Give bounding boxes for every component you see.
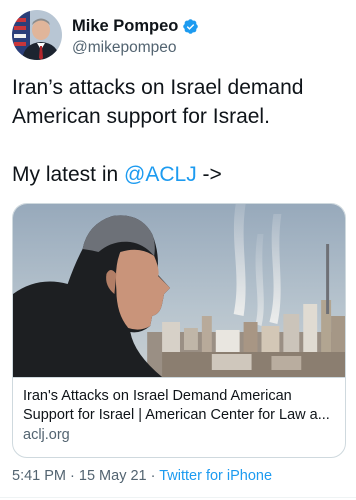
link-card[interactable]: Iran's Attacks on Israel Demand American… xyxy=(12,203,346,458)
tweet: Mike Pompeo @mikepompeo Iran’s attacks o… xyxy=(0,0,356,500)
tweet-time[interactable]: 5:41 PM xyxy=(12,468,66,484)
tweet-line-3-suffix: -> xyxy=(196,163,222,186)
card-title: Iran's Attacks on Israel Demand American… xyxy=(23,387,335,425)
tweet-meta: 5:41 PM · 15 May 21 · Twitter for iPhone xyxy=(12,468,272,484)
tweet-line-1: Iran’s attacks on Israel demand xyxy=(12,76,304,99)
name-row: Mike Pompeo xyxy=(72,15,199,37)
card-domain: aclj.org xyxy=(23,427,70,443)
card-photo xyxy=(13,204,345,377)
tweet-source[interactable]: Twitter for iPhone xyxy=(159,468,272,484)
tweet-text: Iran’s attacks on Israel demand American… xyxy=(12,73,348,189)
meta-separator-2: · xyxy=(146,468,160,484)
tweet-line-2: American support for Israel. xyxy=(12,105,270,128)
card-title-line-1: Iran's Attacks on Israel Demand American xyxy=(23,388,292,404)
divider xyxy=(0,497,356,498)
avatar[interactable] xyxy=(12,10,62,60)
display-name[interactable]: Mike Pompeo xyxy=(72,17,178,36)
tweet-line-3: My latest in @ACLJ -> xyxy=(12,160,348,189)
card-title-line-2: Support for Israel | American Center for… xyxy=(23,407,330,423)
meta-separator-1: · xyxy=(66,468,79,484)
card-image xyxy=(13,204,345,377)
card-meta: Iran's Attacks on Israel Demand American… xyxy=(13,377,345,445)
mention-link[interactable]: @ACLJ xyxy=(124,163,197,186)
tweet-spacer xyxy=(12,131,348,160)
tweet-line-3-prefix: My latest in xyxy=(12,163,125,186)
verified-badge-icon xyxy=(183,18,199,34)
avatar-image xyxy=(12,10,62,60)
tweet-date[interactable]: 15 May 21 xyxy=(79,468,147,484)
author-block: Mike Pompeo @mikepompeo xyxy=(72,15,199,57)
handle[interactable]: @mikepompeo xyxy=(72,39,199,57)
